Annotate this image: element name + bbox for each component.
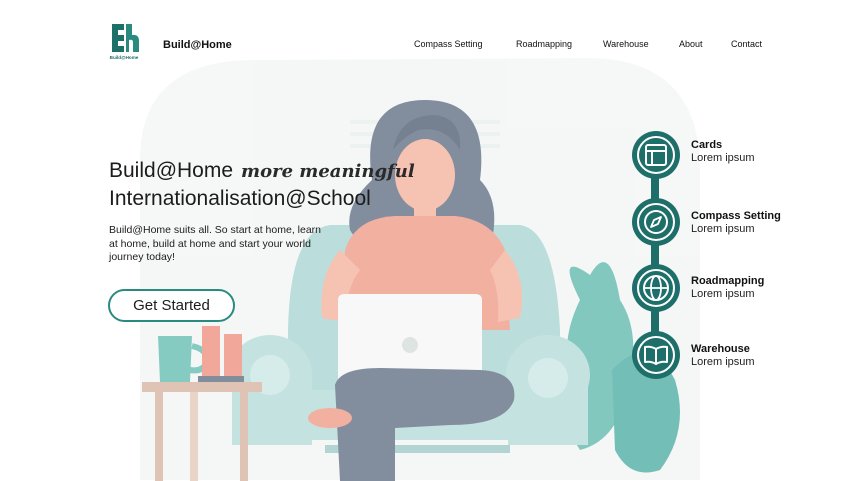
feature-cards-button[interactable] (632, 131, 680, 179)
globe-icon (637, 269, 675, 307)
feature-compass-setting: Compass Setting Lorem ipsum (691, 210, 781, 235)
feature-title: Cards (691, 139, 723, 151)
timeline-rail (651, 160, 659, 360)
book-icon (637, 336, 675, 374)
headline-brand: Build@Home (109, 159, 234, 182)
feature-warehouse-button[interactable] (632, 331, 680, 379)
compass-icon (637, 203, 675, 241)
headline-accent: more meaningful (241, 161, 415, 182)
nav-warehouse[interactable]: Warehouse (603, 39, 649, 49)
feature-title: Compass Setting (691, 210, 781, 222)
nav-roadmapping[interactable]: Roadmapping (516, 39, 572, 49)
nav-compass-setting[interactable]: Compass Setting (414, 39, 483, 49)
feature-subtitle: Lorem ipsum (691, 287, 755, 300)
hero-blurb: Build@Home suits all. So start at home, … (109, 224, 321, 263)
logo-caption: Build@Home (110, 55, 139, 60)
feature-warehouse: Warehouse Lorem ipsum (691, 343, 755, 368)
feature-roadmapping: Roadmapping Lorem ipsum (691, 275, 764, 300)
buildathome-logo[interactable]: Build@Home (108, 22, 140, 62)
get-started-button[interactable]: Get Started (108, 289, 235, 322)
nav-contact[interactable]: Contact (731, 39, 762, 49)
feature-roadmapping-button[interactable] (632, 264, 680, 312)
hero-headline: Build@Home more meaningful Internationali… (109, 157, 415, 212)
headline-subtitle: Internationalisation@School (109, 187, 371, 210)
feature-subtitle: Lorem ipsum (691, 355, 755, 368)
feature-title: Warehouse (691, 343, 750, 355)
nav-about[interactable]: About (679, 39, 703, 49)
feature-compass-button[interactable] (632, 198, 680, 246)
feature-subtitle: Lorem ipsum (691, 222, 755, 235)
feature-title: Roadmapping (691, 275, 765, 287)
feature-subtitle: Lorem ipsum (691, 151, 755, 164)
brand-name[interactable]: Build@Home (163, 39, 232, 51)
layout-icon (637, 136, 675, 174)
feature-cards: Cards Lorem ipsum (691, 139, 755, 164)
